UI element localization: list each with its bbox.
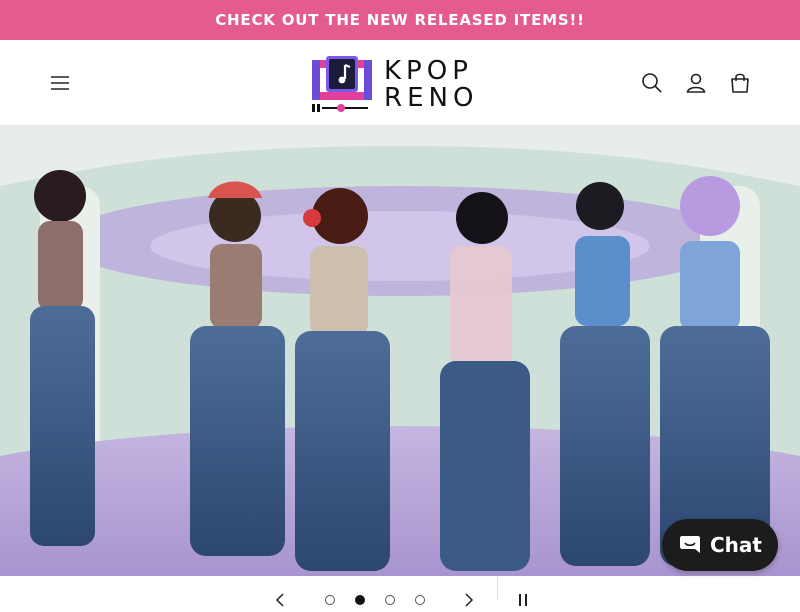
announcement-text: CHECK OUT THE NEW RELEASED ITEMS!! <box>215 11 585 29</box>
cart-button[interactable] <box>720 63 760 103</box>
hero-slideshow[interactable] <box>0 126 800 576</box>
hamburger-menu-icon <box>51 76 69 90</box>
account-login-icon <box>686 73 706 93</box>
pause-icon <box>519 594 527 606</box>
next-slide-button[interactable] <box>457 588 481 612</box>
slideshow-controls <box>0 576 800 607</box>
pause-slideshow-button[interactable] <box>511 588 535 612</box>
announcement-bar[interactable]: CHECK OUT THE NEW RELEASED ITEMS!! <box>0 0 800 40</box>
logo-text-line2: RENO <box>384 83 479 113</box>
slide-dot-2[interactable] <box>355 595 365 605</box>
previous-slide-button[interactable] <box>268 588 292 612</box>
account-button[interactable] <box>676 63 716 103</box>
controls-divider <box>497 576 498 600</box>
logo-mark <box>312 56 372 112</box>
search-button[interactable] <box>632 63 672 103</box>
slide-dot-4[interactable] <box>415 595 425 605</box>
hero-image <box>0 126 800 576</box>
slide-dot-1[interactable] <box>325 595 335 605</box>
site-logo[interactable]: KPOP RENO <box>308 54 492 112</box>
chevron-right-icon <box>465 593 474 607</box>
chat-button[interactable]: Chat <box>662 519 778 571</box>
chevron-left-icon <box>275 593 284 607</box>
logo-text-line1: KPOP <box>384 56 473 86</box>
search-icon <box>642 73 662 93</box>
slide-dot-3[interactable] <box>385 595 395 605</box>
chat-bubble-icon <box>680 536 700 553</box>
menu-button[interactable] <box>40 63 80 103</box>
chat-label: Chat <box>710 533 762 557</box>
shopping-bag-icon <box>731 73 749 93</box>
site-header: KPOP RENO <box>0 40 800 126</box>
